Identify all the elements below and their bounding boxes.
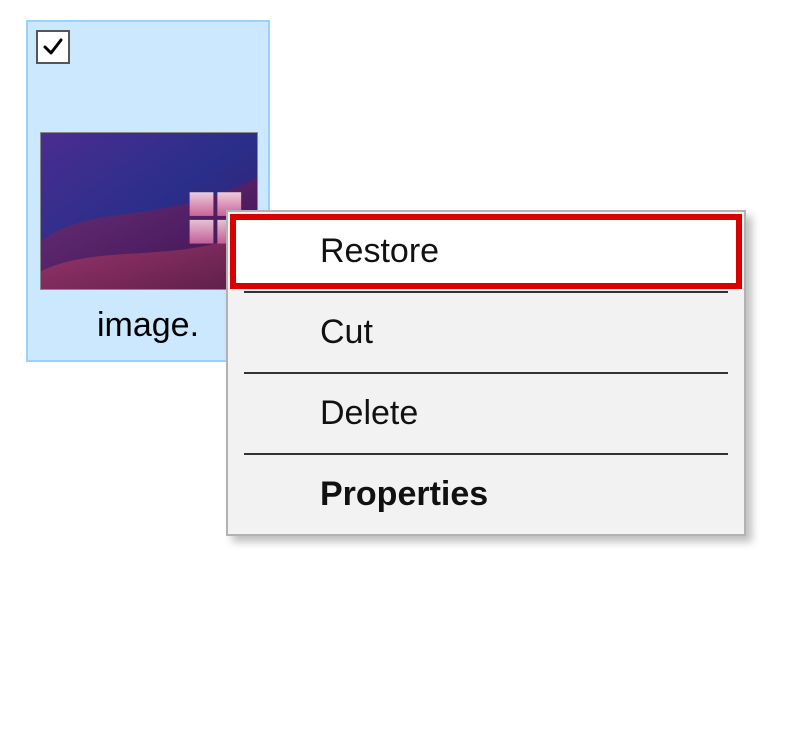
- menu-item-cut[interactable]: Cut: [228, 293, 744, 372]
- context-menu: Restore Cut Delete Properties: [226, 210, 746, 536]
- menu-item-restore[interactable]: Restore: [232, 216, 740, 287]
- file-selected-checkbox[interactable]: [36, 30, 70, 64]
- menu-item-label: Restore: [320, 232, 439, 270]
- menu-item-delete[interactable]: Delete: [228, 374, 744, 453]
- wallpaper-thumbnail-icon: [41, 133, 257, 289]
- menu-item-label: Properties: [320, 475, 488, 513]
- menu-item-label: Delete: [320, 394, 418, 432]
- menu-item-properties[interactable]: Properties: [228, 455, 744, 534]
- check-icon: [41, 35, 65, 59]
- menu-item-label: Cut: [320, 313, 373, 351]
